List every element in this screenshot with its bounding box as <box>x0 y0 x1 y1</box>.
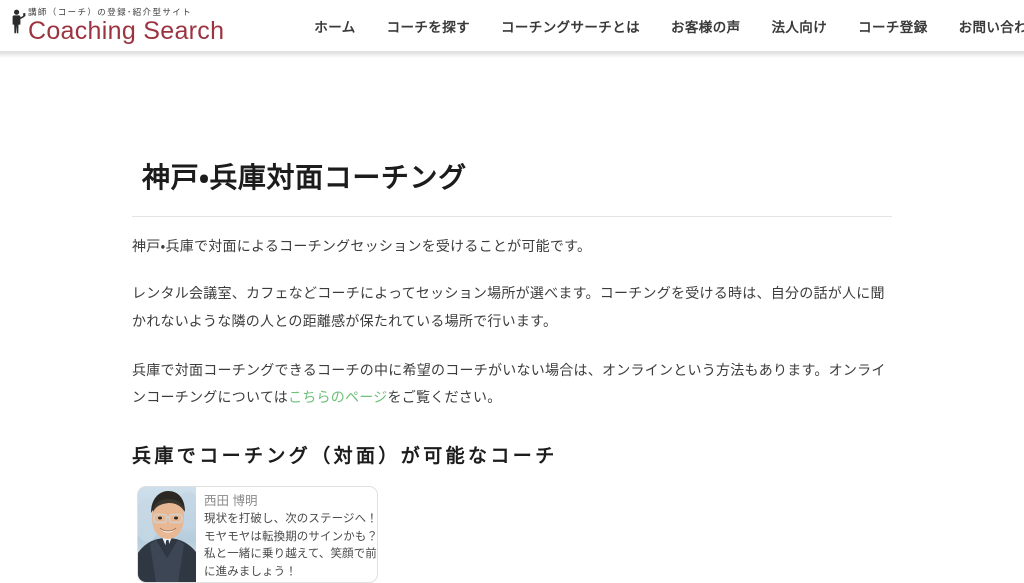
main-navigation: ホーム コーチを探す コーチングサーチとは お客様の声 法人向け コーチ登録 お… <box>314 16 1024 36</box>
coach-portrait-photo <box>138 487 196 583</box>
coach-description-line: モヤモヤは転換期のサインかも？ <box>204 530 378 543</box>
section-title-available-coaches: 兵庫でコーチング（対面）が可能なコーチ <box>132 446 558 468</box>
page-body: 神戸・兵庫対面コーチング 神戸・兵庫で対面によるコーチングセッションを受けること… <box>0 52 1024 583</box>
online-option-paragraph: 兵庫で対面コーチングできるコーチの中に希望のコーチがいない場合は、オンラインとい… <box>132 357 892 412</box>
nav-item-corporate[interactable]: 法人向け <box>772 16 828 36</box>
coach-description-line: 現状を打破し、次のステージへ！ <box>204 513 378 526</box>
header-bottom-border <box>0 51 1024 52</box>
nav-item-home[interactable]: ホーム <box>314 16 355 36</box>
coach-description-line: に進みましょう！ <box>204 565 297 578</box>
coach-name: 西田 博明 <box>204 494 258 509</box>
coach-list: 西田 博明 現状を打破し、次のステージへ！ モヤモヤは転換期のサインかも？ 私と… <box>132 486 892 583</box>
page-title: 神戸・兵庫対面コーチング <box>142 162 467 193</box>
logo-wordmark: Coaching Search <box>28 17 225 46</box>
coach-description-line: 私と一緒に乗り越えて、笑顔で前 <box>204 548 377 561</box>
nav-item-find-coach[interactable]: コーチを探す <box>387 16 470 36</box>
nav-item-about[interactable]: コーチングサーチとは <box>501 16 640 36</box>
coach-card[interactable]: 西田 博明 現状を打破し、次のステージへ！ モヤモヤは転換期のサインかも？ 私と… <box>137 486 378 583</box>
person-silhouette-icon <box>10 8 26 42</box>
nav-item-coach-registration[interactable]: コーチ登録 <box>858 16 928 36</box>
site-header: 講師（コーチ）の登録･紹介型サイト Coaching Search ホーム コー… <box>0 0 1024 58</box>
intro-paragraph: 神戸・兵庫で対面によるコーチングセッションを受けることが可能です。 <box>132 238 592 254</box>
online-paragraph-text-after: をご覧ください。 <box>387 389 502 406</box>
logo-tagline: 講師（コーチ）の登録･紹介型サイト <box>28 6 193 17</box>
online-coaching-page-link[interactable]: こちらのページ <box>288 389 387 405</box>
coach-info: 西田 博明 現状を打破し、次のステージへ！ モヤモヤは転換期のサインかも？ 私と… <box>196 487 377 582</box>
site-logo[interactable]: 講師（コーチ）の登録･紹介型サイト Coaching Search <box>0 8 224 45</box>
session-location-paragraph: レンタル会議室、カフェなどコーチによってセッション場所が選べます。コーチングを受… <box>132 285 885 329</box>
coach-description: 現状を打破し、次のステージへ！ モヤモヤは転換期のサインかも？ 私と一緒に乗り越… <box>204 511 378 581</box>
nav-item-testimonials[interactable]: お客様の声 <box>671 16 741 36</box>
nav-item-contact[interactable]: お問い合わせ <box>959 16 1024 36</box>
title-divider <box>132 216 892 217</box>
main-content: 神戸・兵庫対面コーチング 神戸・兵庫で対面によるコーチングセッションを受けること… <box>132 104 892 583</box>
online-paragraph-text-before: 兵庫で対面コーチングできるコーチの中に希望のコーチがいない場合は、オンラインとい… <box>132 361 886 406</box>
